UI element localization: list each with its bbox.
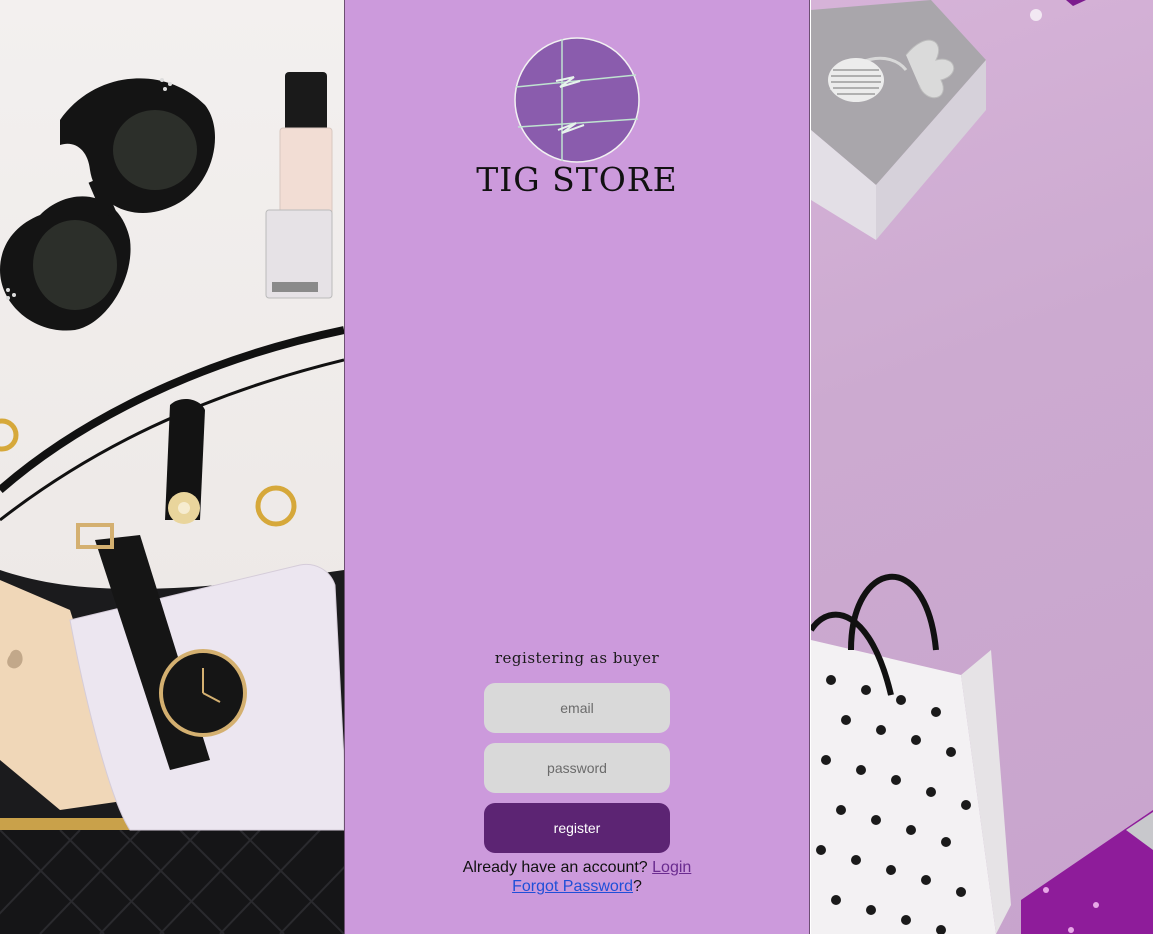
forgot-password-line: Forgot Password? (345, 877, 809, 896)
register-button[interactable]: register (484, 803, 670, 853)
login-prompt-line: Already have an account? Login (345, 858, 809, 877)
email-field[interactable] (484, 683, 670, 733)
login-link[interactable]: Login (652, 859, 691, 876)
password-field[interactable] (484, 743, 670, 793)
gift-and-shopping-bag-illustration (811, 0, 1153, 934)
cosmetic-bottle-icon (265, 72, 333, 299)
register-page: TIG STORE registering as buyer register … (0, 0, 1153, 934)
brand-title: TIG STORE (476, 160, 678, 199)
tig-store-logo-icon (514, 37, 640, 163)
gift-box-icon (811, 0, 986, 240)
register-heading: registering as buyer (494, 649, 660, 667)
account-links: Already have an account? Login Forgot Pa… (345, 858, 809, 896)
fashion-accessories-illustration (0, 72, 344, 934)
shopping-bag-icon (811, 573, 1011, 934)
account-prompt-text: Already have an account? (462, 859, 653, 876)
sunglasses-icon (0, 78, 215, 331)
ring-icon (0, 418, 297, 527)
gift-and-shopping-bag-photo (811, 0, 1153, 934)
fashion-accessories-photo (0, 0, 344, 934)
purple-gift-icon (1021, 810, 1153, 934)
forgot-suffix-text: ? (633, 878, 642, 895)
registration-panel: TIG STORE registering as buyer register … (344, 0, 810, 934)
forgot-password-link[interactable]: Forgot Password (512, 878, 633, 895)
